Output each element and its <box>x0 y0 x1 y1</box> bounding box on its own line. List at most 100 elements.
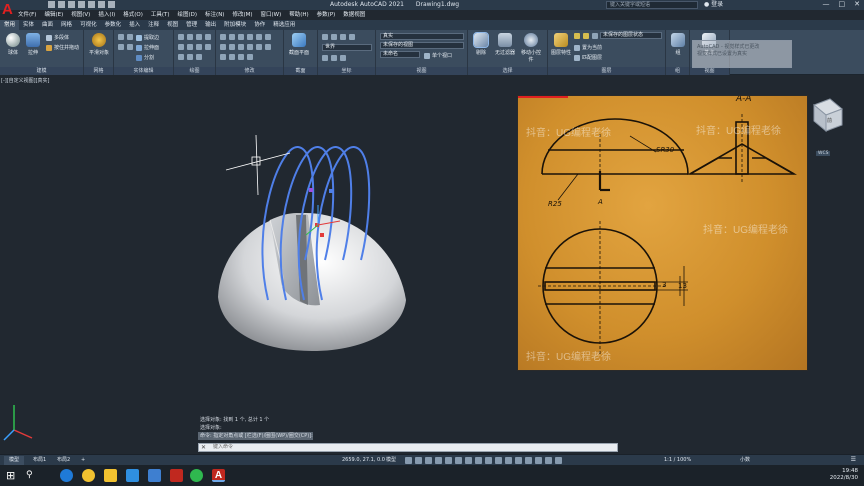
layer-on-icon[interactable] <box>574 33 580 39</box>
move-gizmo-button[interactable]: 移动小控件 <box>520 33 542 63</box>
customize-menu-icon[interactable]: ☰ <box>851 456 856 463</box>
rotate-icon[interactable] <box>229 34 235 40</box>
single-viewport-button[interactable]: 单个视口 <box>424 52 452 59</box>
windows-start-icon[interactable]: ⊞ <box>6 469 19 482</box>
circle-icon[interactable] <box>196 34 202 40</box>
annotation-visibility-icon[interactable] <box>545 457 552 464</box>
auto-scale-icon[interactable] <box>555 457 562 464</box>
tab-collaborate[interactable]: 协作 <box>250 20 269 30</box>
tab-layout1[interactable]: 布局1 <box>28 456 51 465</box>
menu-file[interactable]: 文件(F) <box>18 10 36 20</box>
menu-insert[interactable]: 插入(I) <box>98 10 115 20</box>
tab-layout2[interactable]: 布局2 <box>52 456 75 465</box>
tab-featured[interactable]: 精选应用 <box>269 20 299 30</box>
panel-title-section[interactable]: 截面 <box>284 67 317 75</box>
section-plane-button[interactable]: 截面平面 <box>288 33 310 56</box>
lineweight-icon[interactable] <box>475 457 482 464</box>
offset-icon[interactable] <box>265 44 271 50</box>
named-view-dropdown[interactable]: 未命名 <box>380 51 420 58</box>
minimize-icon[interactable]: — <box>823 0 830 9</box>
menu-dataview[interactable]: 数据视图 <box>343 10 365 20</box>
layer-freeze-icon[interactable] <box>583 33 589 39</box>
subtract-icon[interactable] <box>127 34 133 40</box>
reference-drawing-image[interactable]: A-A SR30 R25 A 3 13 抖音：UG编程老徐 抖音：UG编程老徐 … <box>517 95 808 371</box>
transparency-icon[interactable] <box>485 457 492 464</box>
tab-surface[interactable]: 曲面 <box>38 20 57 30</box>
tab-mesh[interactable]: 网格 <box>57 20 76 30</box>
culling-button[interactable]: 剔除 <box>470 32 492 56</box>
ortho-icon[interactable] <box>425 457 432 464</box>
ucs-origin-icon[interactable] <box>331 34 337 40</box>
chrome-icon[interactable] <box>82 469 95 482</box>
mirror-icon[interactable] <box>265 34 271 40</box>
stretch-icon[interactable] <box>238 44 244 50</box>
saved-view-dropdown[interactable]: 未保存的视图 <box>380 42 464 49</box>
undo-icon[interactable] <box>98 1 105 8</box>
redo-icon[interactable] <box>108 1 115 8</box>
3dosnap-icon[interactable] <box>505 457 512 464</box>
viewcube[interactable]: 前 WCS <box>806 95 846 156</box>
file-explorer-icon[interactable] <box>104 469 117 482</box>
no-filter-button[interactable]: 无过滤器 <box>494 33 516 56</box>
trim-icon[interactable] <box>238 34 244 40</box>
ucs-icon[interactable] <box>322 34 328 40</box>
ellipse-icon[interactable] <box>187 44 193 50</box>
3darray-icon[interactable] <box>247 54 253 60</box>
tab-home[interactable]: 常用 <box>0 20 20 30</box>
grid-icon[interactable] <box>405 457 412 464</box>
panel-title-solid-editing[interactable]: 实体编辑 <box>114 67 173 75</box>
polysolid-button[interactable]: 多段体 <box>46 34 69 41</box>
panel-title-mesh[interactable]: 网格 <box>84 67 113 75</box>
ucs-object-icon[interactable] <box>331 55 337 61</box>
model-canvas[interactable] <box>0 75 520 454</box>
menu-edit[interactable]: 编辑(E) <box>44 10 63 20</box>
explode-icon[interactable] <box>229 44 235 50</box>
otrack-icon[interactable] <box>455 457 462 464</box>
panel-title-modify[interactable]: 修改 <box>216 67 283 75</box>
layer-properties-button[interactable]: 图层特性 <box>550 33 572 56</box>
snap-icon[interactable] <box>415 457 422 464</box>
units-dropdown[interactable]: 小数 <box>740 456 750 465</box>
wcs-dropdown[interactable]: WCS <box>816 151 831 156</box>
close-icon[interactable]: ✕ <box>854 0 860 9</box>
smooth-object-button[interactable]: 平滑对象 <box>88 33 110 56</box>
tab-addins[interactable]: 附加模块 <box>220 20 250 30</box>
menu-draw[interactable]: 绘图(D) <box>178 10 198 20</box>
set-current-button[interactable]: 置为当前 <box>574 44 602 51</box>
wechat-icon[interactable] <box>190 469 203 482</box>
ucs-dropdown[interactable]: 世界 <box>322 44 372 51</box>
search-icon[interactable]: ⚲ <box>26 469 39 482</box>
3drotate-icon[interactable] <box>229 54 235 60</box>
intersect-icon[interactable] <box>118 44 124 50</box>
system-clock[interactable]: 19:48 2022/8/30 <box>830 468 858 482</box>
menu-dimension[interactable]: 标注(N) <box>205 10 224 20</box>
region-icon[interactable] <box>196 54 202 60</box>
selection-cycling-icon[interactable] <box>495 457 502 464</box>
recorder-icon[interactable] <box>170 469 183 482</box>
fillet-icon[interactable] <box>220 44 226 50</box>
scale-icon[interactable] <box>247 44 253 50</box>
menu-format[interactable]: 格式(O) <box>123 10 143 20</box>
tab-insert[interactable]: 插入 <box>125 20 144 30</box>
panel-title-layers[interactable]: 图层 <box>548 67 665 75</box>
extrude-face-button[interactable]: 拉伸面 <box>136 44 159 51</box>
notification-balloon[interactable]: AutoCAD - 视觉样式已更改 视觉样式已设置为真实 <box>692 40 792 68</box>
store-icon[interactable] <box>126 469 139 482</box>
tab-output[interactable]: 输出 <box>201 20 220 30</box>
sphere-button[interactable]: 球体 <box>2 33 24 56</box>
polygon-icon[interactable] <box>178 54 184 60</box>
dynamic-ucs-icon[interactable] <box>515 457 522 464</box>
rectangle-icon[interactable] <box>178 44 184 50</box>
login-button[interactable]: ● 登录 <box>704 0 723 9</box>
tab-model[interactable]: 模型 <box>4 456 25 465</box>
layer-dropdown[interactable]: 未保存的图层状态 <box>600 32 662 39</box>
add-layout-icon[interactable]: + <box>76 456 90 465</box>
coordinates-readout[interactable]: 2659.0, 27.1, 0.0 <box>342 456 385 465</box>
gizmo-toggle-icon[interactable] <box>535 457 542 464</box>
extract-edges-button[interactable]: 提取边 <box>136 34 159 41</box>
app-icon[interactable] <box>148 469 161 482</box>
isodraft-icon[interactable] <box>445 457 452 464</box>
polar-icon[interactable] <box>435 457 442 464</box>
panel-title-groups[interactable]: 组 <box>666 67 689 75</box>
panel-title-modeling[interactable]: 建模 <box>0 67 83 75</box>
